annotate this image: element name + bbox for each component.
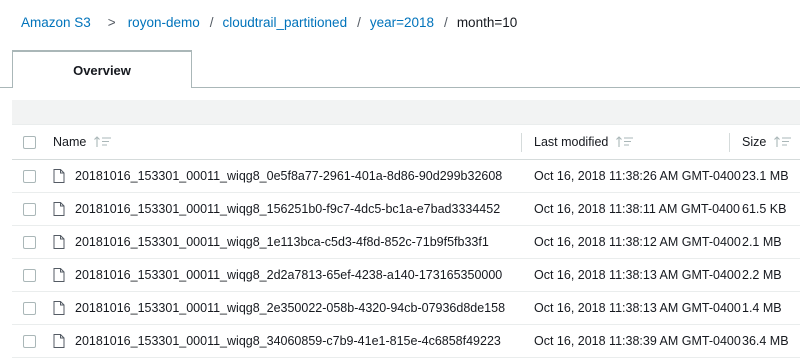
column-header-modified[interactable]: Last modified	[534, 125, 634, 159]
row-name-cell: 20181016_153301_00011_wiqg8_2e350022-058…	[53, 292, 505, 324]
object-name-link[interactable]: 20181016_153301_00011_wiqg8_2e350022-058…	[75, 301, 505, 315]
table-header-row: Name Last modified Size	[12, 125, 800, 160]
file-icon	[53, 235, 65, 249]
last-modified-value: Oct 16, 2018 11:38:11 AM GMT-0400	[534, 202, 740, 216]
row-modified-cell: Oct 16, 2018 11:38:13 AM GMT-0400	[534, 292, 741, 324]
row-select-cell	[23, 160, 36, 192]
row-name-cell: 20181016_153301_00011_wiqg8_34060859-c7b…	[53, 325, 501, 357]
row-select-cell	[23, 259, 36, 291]
row-checkbox[interactable]	[23, 235, 36, 249]
row-select-cell	[23, 193, 36, 225]
row-select-cell	[23, 292, 36, 324]
file-icon	[53, 202, 65, 216]
row-size-cell: 36.4 MB	[742, 325, 789, 357]
toolbar-band	[12, 100, 800, 125]
row-name-cell: 20181016_153301_00011_wiqg8_1e113bca-c5d…	[53, 226, 489, 258]
row-name-cell: 20181016_153301_00011_wiqg8_0e5f8a77-296…	[53, 160, 502, 192]
size-value: 2.1 MB	[742, 235, 782, 249]
last-modified-value: Oct 16, 2018 11:38:13 AM GMT-0400	[534, 268, 741, 282]
breadcrumb-amazon-s3[interactable]: Amazon S3	[21, 15, 91, 30]
object-name-link[interactable]: 20181016_153301_00011_wiqg8_0e5f8a77-296…	[75, 169, 502, 183]
last-modified-value: Oct 16, 2018 11:38:26 AM GMT-0400	[534, 169, 741, 183]
row-checkbox[interactable]	[23, 301, 36, 315]
row-checkbox[interactable]	[23, 169, 36, 183]
row-size-cell: 1.4 MB	[742, 292, 782, 324]
column-header-name-label: Name	[53, 135, 87, 149]
size-value: 36.4 MB	[742, 334, 789, 348]
row-size-cell: 23.1 MB	[742, 160, 789, 192]
sort-icon[interactable]	[94, 136, 112, 148]
select-all-cell	[23, 125, 36, 159]
row-size-cell: 2.2 MB	[742, 259, 782, 291]
column-header-name[interactable]: Name	[53, 125, 112, 159]
last-modified-value: Oct 16, 2018 11:38:12 AM GMT-0400	[534, 235, 741, 249]
breadcrumb-folder-year[interactable]: year=2018	[370, 15, 434, 30]
column-header-size[interactable]: Size	[742, 125, 792, 159]
breadcrumb-current: month=10	[456, 14, 518, 30]
column-header-modified-label: Last modified	[534, 135, 609, 149]
row-modified-cell: Oct 16, 2018 11:38:26 AM GMT-0400	[534, 160, 741, 192]
object-name-link[interactable]: 20181016_153301_00011_wiqg8_2d2a7813-65e…	[75, 268, 502, 282]
file-icon	[53, 301, 65, 315]
row-modified-cell: Oct 16, 2018 11:38:11 AM GMT-0400	[534, 193, 740, 225]
breadcrumb-separator: >	[107, 14, 116, 30]
row-checkbox[interactable]	[23, 202, 36, 216]
object-table: Name Last modified Size 20181016_153301_…	[12, 125, 800, 358]
size-value: 1.4 MB	[742, 301, 782, 315]
column-header-size-label: Size	[742, 135, 767, 149]
size-value: 61.5 KB	[742, 202, 787, 216]
row-name-cell: 20181016_153301_00011_wiqg8_156251b0-f9c…	[53, 193, 500, 225]
table-row[interactable]: 20181016_153301_00011_wiqg8_2d2a7813-65e…	[12, 259, 800, 292]
breadcrumb-folder-cloudtrail[interactable]: cloudtrail_partitioned	[223, 15, 348, 30]
row-size-cell: 2.1 MB	[742, 226, 782, 258]
table-row[interactable]: 20181016_153301_00011_wiqg8_2e350022-058…	[12, 292, 800, 325]
row-checkbox[interactable]	[23, 268, 36, 282]
table-row[interactable]: 20181016_153301_00011_wiqg8_0e5f8a77-296…	[12, 160, 800, 193]
row-name-cell: 20181016_153301_00011_wiqg8_2d2a7813-65e…	[53, 259, 502, 291]
row-checkbox[interactable]	[23, 334, 36, 348]
table-body: 20181016_153301_00011_wiqg8_0e5f8a77-296…	[12, 160, 800, 358]
breadcrumb-separator: /	[209, 14, 214, 30]
row-select-cell	[23, 325, 36, 357]
size-value: 23.1 MB	[742, 169, 789, 183]
breadcrumb-separator: /	[357, 14, 361, 30]
table-row[interactable]: 20181016_153301_00011_wiqg8_156251b0-f9c…	[12, 193, 800, 226]
table-row[interactable]: 20181016_153301_00011_wiqg8_34060859-c7b…	[12, 325, 800, 358]
last-modified-value: Oct 16, 2018 11:38:39 AM GMT-0400	[534, 334, 741, 348]
object-name-link[interactable]: 20181016_153301_00011_wiqg8_156251b0-f9c…	[75, 202, 500, 216]
object-name-link[interactable]: 20181016_153301_00011_wiqg8_1e113bca-c5d…	[75, 235, 489, 249]
select-all-checkbox[interactable]	[23, 135, 36, 149]
row-modified-cell: Oct 16, 2018 11:38:12 AM GMT-0400	[534, 226, 741, 258]
file-icon	[53, 334, 65, 348]
table-row[interactable]: 20181016_153301_00011_wiqg8_1e113bca-c5d…	[12, 226, 800, 259]
row-modified-cell: Oct 16, 2018 11:38:13 AM GMT-0400	[534, 259, 741, 291]
sort-icon[interactable]	[616, 136, 634, 148]
breadcrumb: Amazon S3 > royon-demo / cloudtrail_part…	[21, 13, 517, 31]
row-modified-cell: Oct 16, 2018 11:38:39 AM GMT-0400	[534, 325, 741, 357]
sort-icon[interactable]	[774, 136, 792, 148]
object-name-link[interactable]: 20181016_153301_00011_wiqg8_34060859-c7b…	[75, 334, 501, 348]
row-size-cell: 61.5 KB	[742, 193, 786, 225]
tab-strip: Overview	[0, 50, 800, 88]
file-icon	[53, 268, 65, 282]
breadcrumb-bucket[interactable]: royon-demo	[128, 15, 200, 30]
column-divider	[521, 133, 522, 152]
column-divider	[729, 133, 730, 152]
last-modified-value: Oct 16, 2018 11:38:13 AM GMT-0400	[534, 301, 741, 315]
row-select-cell	[23, 226, 36, 258]
file-icon	[53, 169, 65, 183]
breadcrumb-separator: /	[444, 14, 448, 30]
size-value: 2.2 MB	[742, 268, 782, 282]
tab-overview[interactable]: Overview	[12, 50, 192, 88]
